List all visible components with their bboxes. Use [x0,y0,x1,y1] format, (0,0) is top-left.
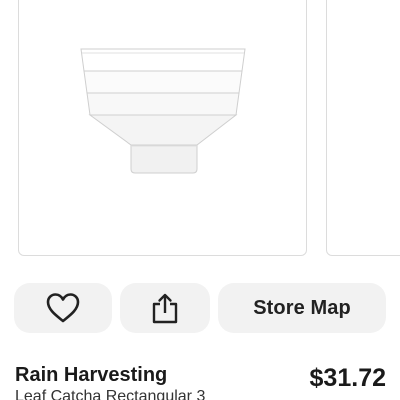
share-icon [152,293,178,324]
share-button[interactable] [120,283,210,333]
product-brand: Rain Harvesting [15,364,168,386]
product-name[interactable]: Leaf Catcha Rectangular 3 [15,388,205,400]
store-map-label: Store Map [253,296,351,319]
heart-icon [46,293,80,323]
store-map-button[interactable]: Store Map [218,283,386,333]
product-detail-page: Store Map Rain Harvesting Leaf Catcha Re… [0,0,400,400]
product-info: Rain Harvesting Leaf Catcha Rectangular … [0,360,400,400]
action-bar: Store Map [0,283,400,333]
favorite-button[interactable] [14,283,112,333]
image-carousel[interactable] [0,0,400,262]
product-price: $31.72 [309,364,386,392]
image-card-current[interactable] [18,0,307,256]
image-card-next[interactable] [326,0,400,256]
product-image [80,48,246,174]
